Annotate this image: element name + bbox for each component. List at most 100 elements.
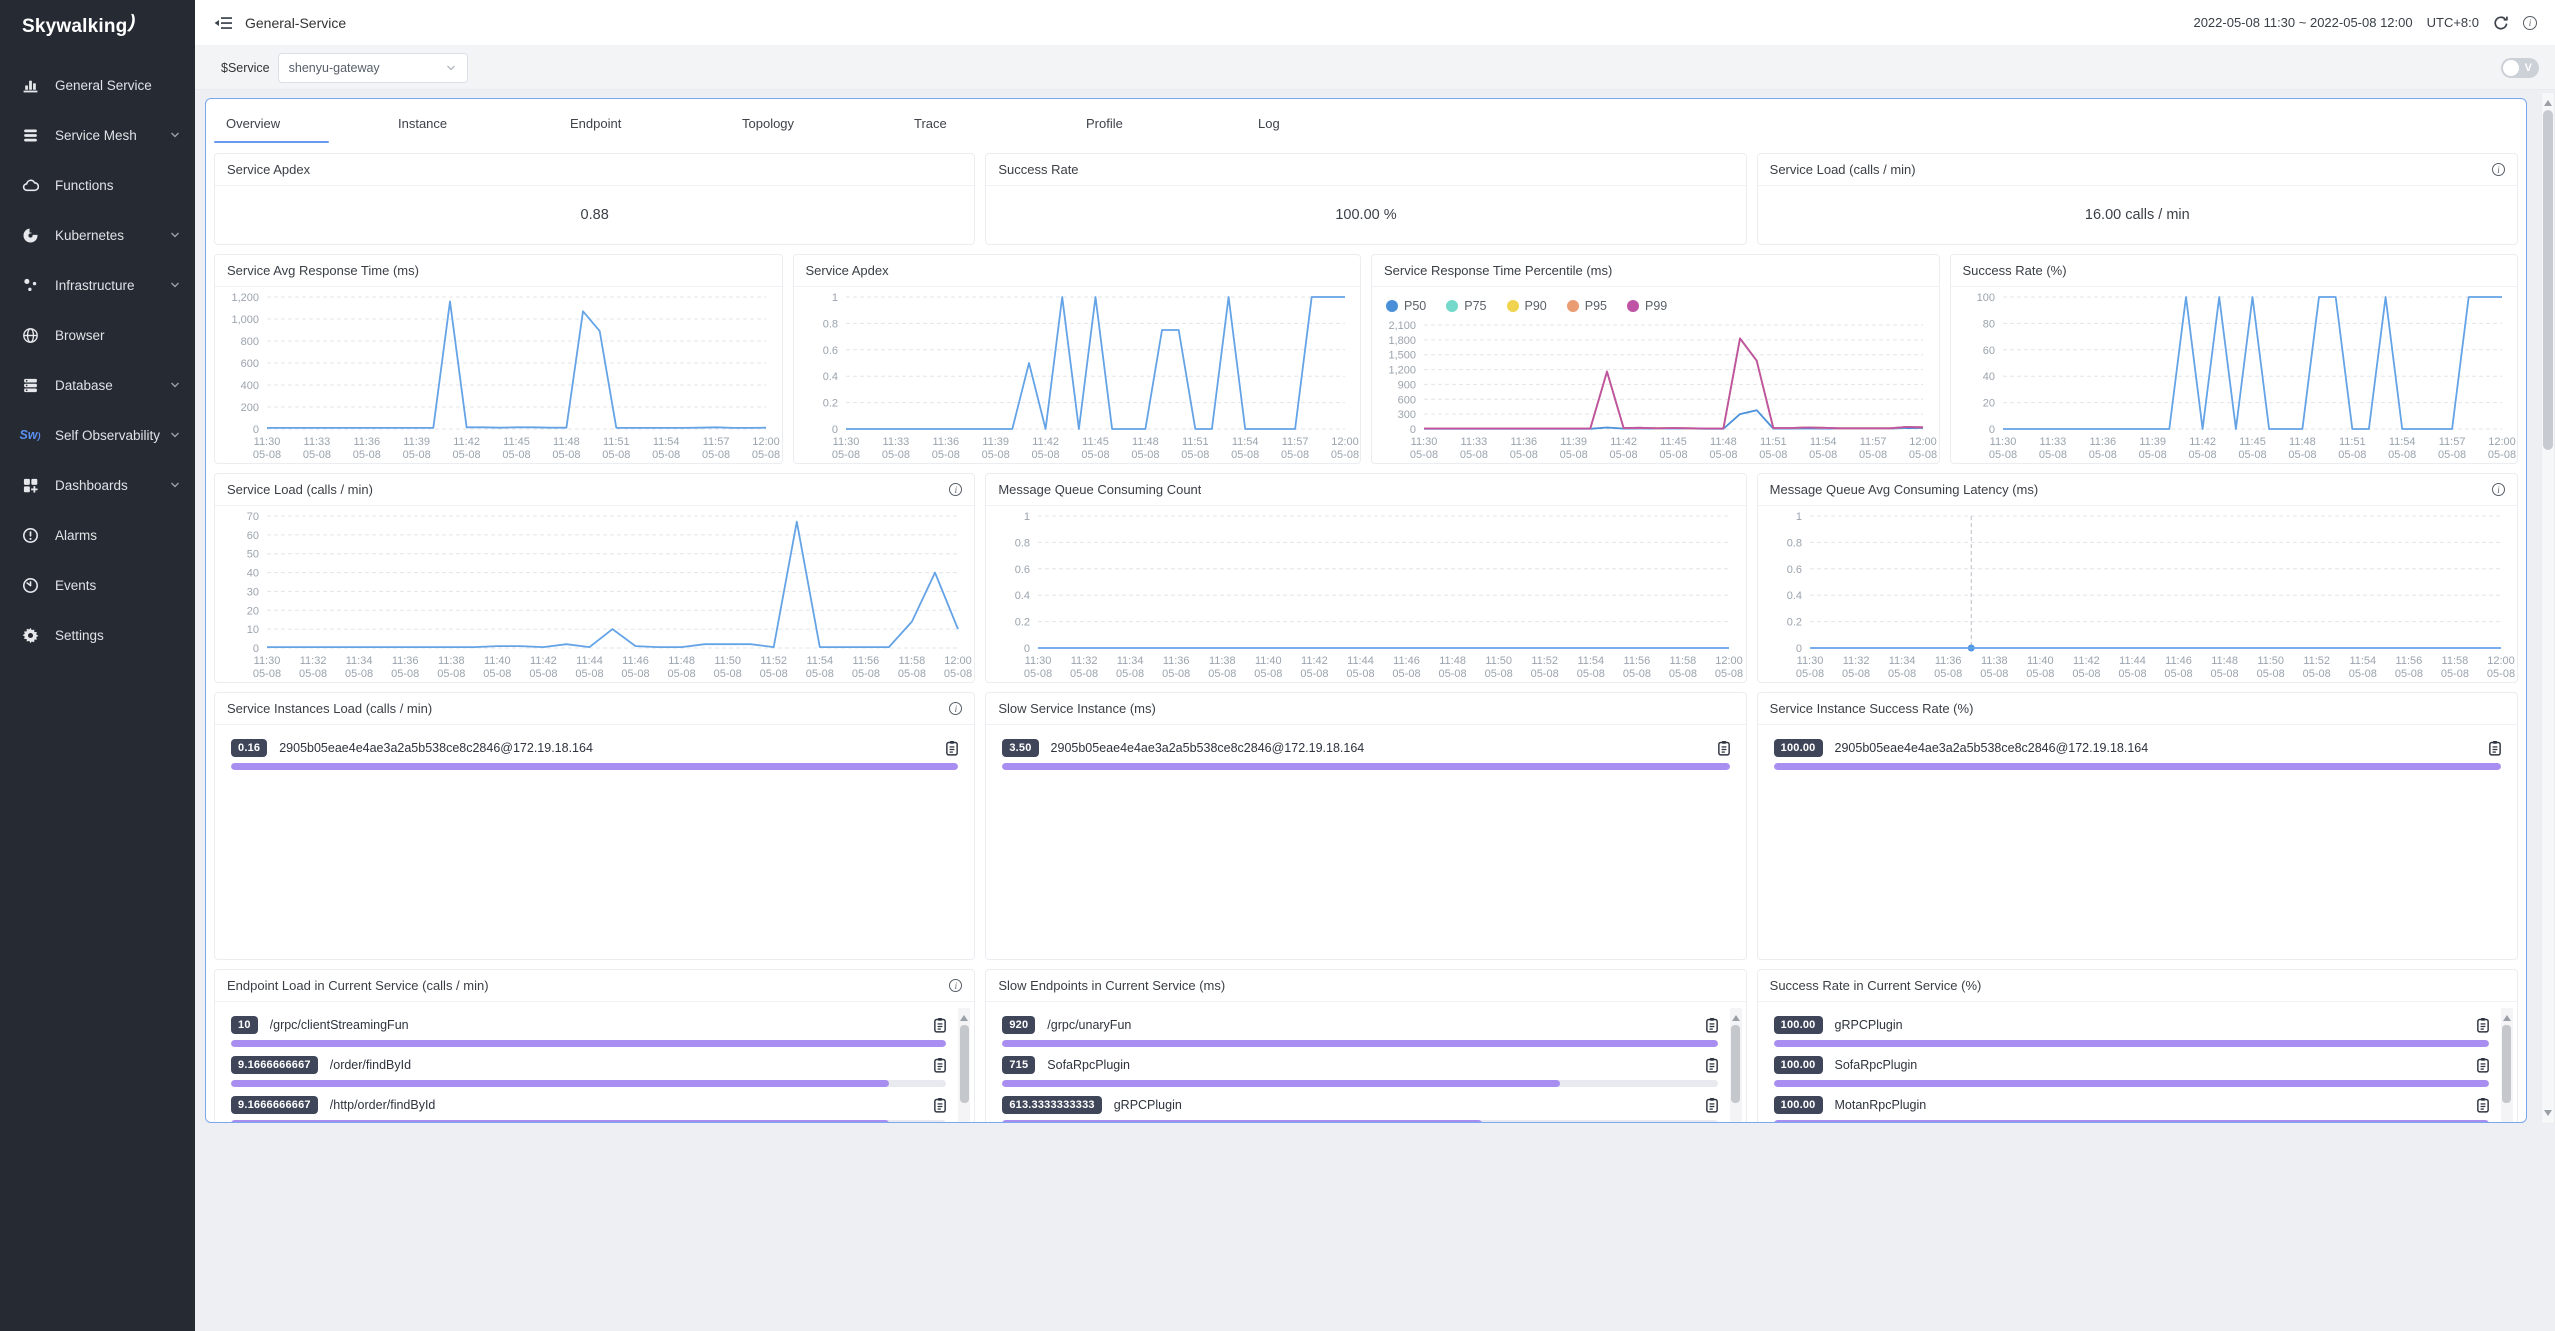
sidebar-collapse-icon[interactable]	[213, 15, 233, 31]
legend-item-p99[interactable]: P99	[1627, 296, 1667, 315]
svg-text:11:4205-08: 11:4205-08	[2072, 655, 2100, 680]
card-success-rate: Success Rate (%)02040608010011:3005-0811…	[1950, 254, 2519, 464]
inspect-icon[interactable]	[1706, 1017, 1718, 1033]
scroll-up-icon[interactable]	[960, 1011, 968, 1021]
legend-item-p75[interactable]: P75	[1446, 296, 1486, 315]
inspect-icon[interactable]	[946, 740, 958, 756]
info-icon[interactable]: i	[2492, 483, 2505, 496]
tab-trace[interactable]: Trace	[894, 99, 1066, 147]
timezone-label[interactable]: UTC+8:0	[2427, 15, 2479, 30]
value-badge: 100.00	[1774, 1016, 1823, 1034]
inspect-icon[interactable]	[1706, 1057, 1718, 1073]
sidebar-item-database[interactable]: Database	[0, 360, 195, 410]
svg-text:0.2: 0.2	[1786, 617, 1801, 629]
scroll-thumb[interactable]	[960, 1025, 969, 1103]
svg-text:200: 200	[241, 402, 259, 414]
item-bar-track	[1002, 763, 1729, 770]
sidebar-item-kubernetes[interactable]: Kubernetes	[0, 210, 195, 260]
sidebar-item-dashboards[interactable]: Dashboards	[0, 460, 195, 510]
sidebar-item-infrastructure[interactable]: Infrastructure	[0, 260, 195, 310]
version-toggle[interactable]: V	[2501, 58, 2539, 78]
tab-topology[interactable]: Topology	[722, 99, 894, 147]
info-icon[interactable]: i	[2523, 16, 2537, 30]
tab-log[interactable]: Log	[1238, 99, 1410, 147]
inspect-icon[interactable]	[934, 1097, 946, 1113]
list-item: 715SofaRpcPlugin	[1002, 1056, 1717, 1087]
inspect-icon[interactable]	[2477, 1057, 2489, 1073]
service-select[interactable]: shenyu-gateway	[278, 53, 468, 83]
tab-overview[interactable]: Overview	[206, 99, 378, 147]
list-item-row: 10/grpc/clientStreamingFun	[231, 1016, 946, 1034]
sidebar-item-service-mesh[interactable]: Service Mesh	[0, 110, 195, 160]
svg-text:1: 1	[1796, 511, 1802, 523]
tab-endpoint[interactable]: Endpoint	[550, 99, 722, 147]
legend-item-p95[interactable]: P95	[1567, 296, 1607, 315]
legend-item-p90[interactable]: P90	[1507, 296, 1547, 315]
inspect-icon[interactable]	[934, 1017, 946, 1033]
svg-text:0.6: 0.6	[822, 345, 837, 357]
database-icon	[20, 375, 40, 395]
sidebar-item-self-observability[interactable]: Sw)Self Observability	[0, 410, 195, 460]
svg-text:0: 0	[1988, 424, 1994, 436]
svg-text:11:3005-08: 11:3005-08	[1024, 655, 1052, 680]
inspect-icon[interactable]	[934, 1057, 946, 1073]
inspect-icon[interactable]	[1718, 740, 1730, 756]
inspect-icon[interactable]	[1706, 1097, 1718, 1113]
card-success-rate: Success Rate100.00 %	[985, 153, 1746, 245]
info-icon[interactable]: i	[949, 702, 962, 715]
cloud-icon	[20, 175, 40, 195]
card-scrollbar[interactable]	[2501, 1008, 2513, 1123]
sidebar-item-general-service[interactable]: General Service	[0, 60, 195, 110]
scroll-down-icon[interactable]	[2544, 1110, 2552, 1120]
svg-text:0.6: 0.6	[1786, 564, 1801, 576]
scroll-up-icon[interactable]	[2544, 96, 2552, 106]
svg-text:11:3005-08: 11:3005-08	[1988, 436, 2016, 461]
card-header: Endpoint Load in Current Service (calls …	[215, 970, 974, 1002]
svg-text:1,800: 1,800	[1388, 335, 1416, 347]
svg-text:70: 70	[247, 511, 259, 523]
inspect-icon[interactable]	[2477, 1097, 2489, 1113]
svg-text:1: 1	[1024, 511, 1030, 523]
sidebar-item-alarms[interactable]: Alarms	[0, 510, 195, 560]
svg-text:80: 80	[1982, 318, 1994, 330]
sidebar-item-label: Alarms	[55, 528, 181, 543]
svg-text:11:3605-08: 11:3605-08	[1510, 436, 1538, 461]
svg-text:11:3605-08: 11:3605-08	[2088, 436, 2116, 461]
item-bar-fill	[231, 1120, 889, 1123]
inspect-icon[interactable]	[2477, 1017, 2489, 1033]
card-title: Success Rate (%)	[1963, 263, 2067, 278]
scroll-up-icon[interactable]	[1732, 1011, 1740, 1021]
list-item: 613.3333333333gRPCPlugin	[1002, 1096, 1717, 1123]
info-icon[interactable]: i	[949, 979, 962, 992]
legend-item-p50[interactable]: P50	[1386, 296, 1426, 315]
svg-text:11:3005-08: 11:3005-08	[1796, 655, 1824, 680]
scroll-thumb[interactable]	[1731, 1025, 1740, 1103]
card-body: 01020304050607011:3005-0811:3205-0811:34…	[215, 506, 974, 682]
inspect-icon[interactable]	[2489, 740, 2501, 756]
card-scrollbar[interactable]	[958, 1008, 970, 1123]
refresh-icon[interactable]	[2493, 15, 2509, 31]
bar-list: 100.00gRPCPlugin100.00SofaRpcPlugin100.0…	[1758, 1002, 2517, 1123]
svg-text:11:4205-08: 11:4205-08	[529, 655, 557, 680]
card-scrollbar[interactable]	[1730, 1008, 1742, 1123]
scroll-thumb[interactable]	[2502, 1025, 2511, 1103]
svg-text:1,200: 1,200	[1388, 365, 1416, 377]
stat-value: 100.00 %	[986, 186, 1745, 244]
page-scrollbar[interactable]	[2541, 92, 2555, 1124]
scroll-thumb[interactable]	[2543, 110, 2553, 450]
time-range-picker[interactable]: 2022-05-08 11:30 ~ 2022-05-08 12:00	[2193, 15, 2412, 30]
tab-profile[interactable]: Profile	[1066, 99, 1238, 147]
sidebar-item-functions[interactable]: Functions	[0, 160, 195, 210]
sidebar-item-events[interactable]: Events	[0, 560, 195, 610]
sidebar-item-browser[interactable]: Browser	[0, 310, 195, 360]
sidebar-item-settings[interactable]: Settings	[0, 610, 195, 660]
info-icon[interactable]: i	[949, 483, 962, 496]
list-item: 9.1666666667/http/order/findById	[231, 1096, 946, 1123]
svg-text:11:4405-08: 11:4405-08	[1347, 655, 1375, 680]
scroll-up-icon[interactable]	[2503, 1011, 2511, 1021]
app-logo[interactable]: Skywalking)	[0, 0, 195, 46]
card-body: 10/grpc/clientStreamingFun9.1666666667/o…	[215, 1002, 974, 1123]
tab-instance[interactable]: Instance	[378, 99, 550, 147]
info-icon[interactable]: i	[2492, 163, 2505, 176]
svg-text:11:4205-08: 11:4205-08	[1031, 436, 1059, 461]
